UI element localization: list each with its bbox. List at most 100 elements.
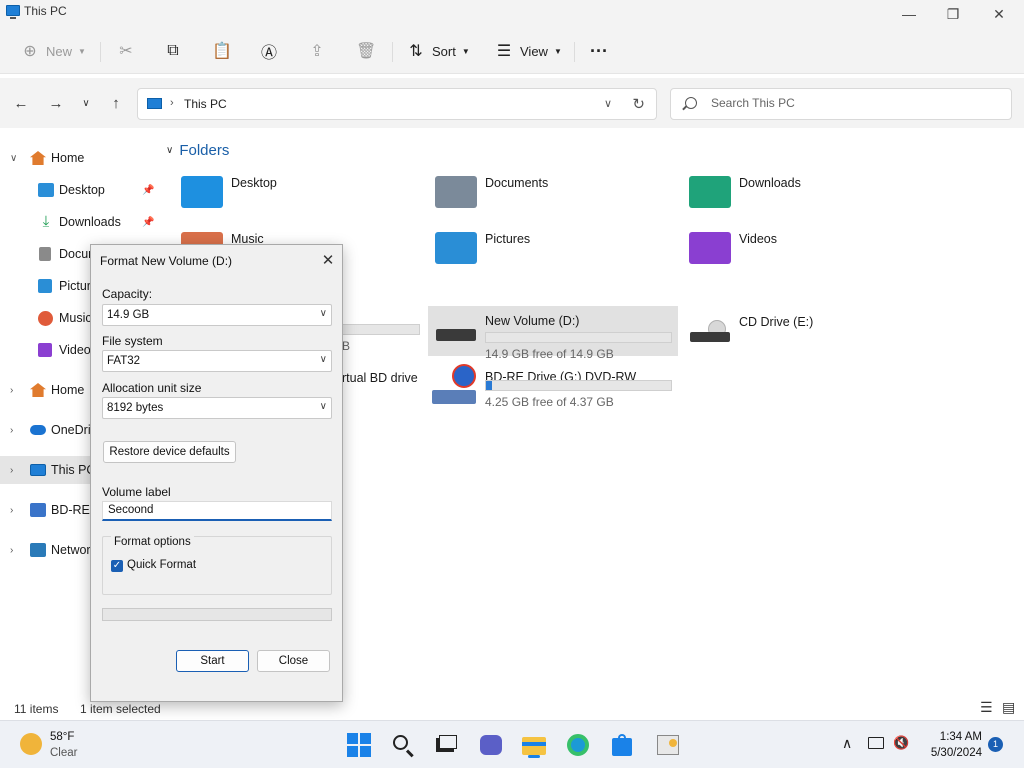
capacity-select[interactable]: 14.9 GB ∨ bbox=[102, 304, 332, 326]
monitor-icon[interactable] bbox=[868, 737, 884, 749]
volume-label-value: Secoond bbox=[108, 504, 154, 516]
folder-label: Pictures bbox=[485, 232, 531, 246]
pictures-folder-icon bbox=[435, 232, 477, 264]
title-bar: This PC — ❐ ✕ bbox=[0, 0, 1024, 28]
folder-pictures[interactable]: Pictures bbox=[435, 224, 665, 272]
trash-icon: 🗑 bbox=[356, 43, 377, 60]
up-button[interactable]: ↑ bbox=[104, 92, 128, 114]
file-explorer-icon[interactable] bbox=[522, 733, 546, 758]
drive-new-volume-d[interactable]: New Volume (D:) 14.9 GB free of 14.9 GB bbox=[428, 306, 678, 361]
new-button[interactable]: ⊕ New ▼ bbox=[20, 38, 86, 64]
chevron-down-icon: ∨ bbox=[10, 152, 18, 164]
forward-button[interactable]: → bbox=[44, 92, 68, 114]
view-button[interactable]: ☰ View ▼ bbox=[494, 38, 562, 64]
paste-button[interactable]: 📋 bbox=[212, 38, 232, 64]
close-button[interactable]: Close bbox=[257, 650, 330, 672]
allocation-value: 8192 bytes bbox=[107, 402, 164, 414]
arrow-left-icon: ← bbox=[13, 94, 29, 112]
address-dropdown-icon[interactable]: ∨ bbox=[604, 97, 612, 110]
home-icon bbox=[30, 383, 46, 397]
app-icon[interactable] bbox=[656, 733, 680, 757]
computer-icon bbox=[147, 98, 162, 109]
clock-time: 1:34 AM bbox=[939, 731, 982, 743]
start-icon[interactable] bbox=[347, 733, 371, 757]
maximize-button[interactable]: ❐ bbox=[930, 0, 976, 28]
volume-label-input[interactable]: Secoond bbox=[102, 501, 332, 521]
minimize-button[interactable]: — bbox=[886, 0, 932, 28]
breadcrumb-this-pc[interactable]: This PC bbox=[184, 97, 227, 111]
computer-icon bbox=[6, 5, 20, 19]
sidebar-item-label: Home bbox=[51, 151, 85, 165]
search-taskbar-icon[interactable] bbox=[391, 733, 415, 757]
sidebar-item-downloads[interactable]: ⤓ Downloads 📌 bbox=[0, 208, 160, 236]
drive-usage-bar bbox=[485, 332, 672, 343]
store-icon[interactable] bbox=[610, 733, 634, 757]
close-window-button[interactable]: ✕ bbox=[976, 0, 1022, 28]
chat-icon[interactable] bbox=[478, 733, 502, 757]
pin-icon[interactable]: 📌 bbox=[142, 217, 154, 228]
details-view-icon[interactable]: ☰ bbox=[980, 699, 993, 716]
sidebar-item-home[interactable]: ∨ Home bbox=[0, 144, 160, 172]
chevron-up-icon[interactable]: ∧ bbox=[842, 735, 852, 752]
folder-videos[interactable]: Videos bbox=[689, 224, 919, 272]
view-icon: ☰ bbox=[496, 43, 512, 60]
filesystem-select[interactable]: FAT32 ∨ bbox=[102, 350, 332, 372]
bd-re-drive-icon bbox=[432, 364, 480, 410]
sidebar-item-desktop[interactable]: Desktop 📌 bbox=[0, 176, 160, 204]
quick-format-checkbox[interactable]: ✓ bbox=[111, 560, 123, 572]
arrow-up-icon: ↑ bbox=[112, 94, 120, 112]
sidebar-item-label: Desktop bbox=[59, 183, 105, 197]
refresh-icon[interactable]: ↻ bbox=[632, 95, 645, 113]
restore-defaults-button[interactable]: Restore device defaults bbox=[103, 441, 236, 463]
notification-badge[interactable]: 1 bbox=[988, 737, 1003, 752]
clock[interactable]: 1:34 AM 5/30/2024 bbox=[926, 729, 982, 761]
sidebar-item-label: Docur bbox=[59, 247, 93, 261]
tiles-view-icon[interactable]: ▤ bbox=[1002, 699, 1015, 716]
chevron-right-icon: › bbox=[10, 464, 14, 476]
edge-icon[interactable] bbox=[566, 733, 590, 757]
folders-group-header[interactable]: ∨ Folders bbox=[166, 142, 229, 159]
start-button[interactable]: Start bbox=[176, 650, 249, 672]
sidebar-item-label: This PC bbox=[51, 463, 96, 477]
address-bar[interactable]: › This PC ∨ ↻ bbox=[137, 88, 657, 120]
pin-icon[interactable]: 📌 bbox=[142, 185, 154, 196]
download-icon: ⤓ bbox=[42, 213, 50, 230]
drive-bd-re-g[interactable]: BD-RE Drive (G:) DVD-RW 4.25 GB free of … bbox=[428, 362, 678, 412]
more-options-button[interactable]: ··· bbox=[590, 38, 608, 64]
pictures-icon bbox=[38, 279, 52, 293]
plus-icon: ⊕ bbox=[23, 43, 37, 60]
rename-button[interactable]: Ⓐ bbox=[259, 38, 279, 64]
back-button[interactable]: ← bbox=[9, 92, 33, 114]
cloud-icon bbox=[30, 425, 46, 435]
weather-temperature: 58°F bbox=[50, 731, 75, 743]
capacity-value: 14.9 GB bbox=[107, 309, 150, 321]
quick-format-label[interactable]: Quick Format bbox=[127, 559, 196, 571]
delete-button[interactable]: 🗑 bbox=[356, 38, 376, 64]
hidden-drive-usage-bar bbox=[340, 324, 420, 335]
share-icon: ⇪ bbox=[310, 43, 324, 60]
view-label: View bbox=[520, 43, 548, 59]
rename-icon: Ⓐ bbox=[260, 45, 277, 62]
search-input[interactable] bbox=[711, 96, 991, 110]
folder-desktop[interactable]: Desktop bbox=[181, 168, 411, 216]
cut-button[interactable]: ✂ bbox=[116, 38, 136, 64]
folder-label: Downloads bbox=[739, 176, 801, 190]
task-view-icon[interactable] bbox=[434, 733, 458, 757]
folder-downloads[interactable]: Downloads bbox=[689, 168, 919, 216]
drive-cd-e[interactable]: CD Drive (E:) bbox=[688, 306, 918, 356]
arrow-right-icon: → bbox=[48, 94, 64, 112]
search-box[interactable] bbox=[670, 88, 1012, 120]
recent-locations-button[interactable]: ∨ bbox=[74, 92, 98, 114]
chevron-down-icon: ▼ bbox=[461, 46, 470, 56]
folder-documents[interactable]: Documents bbox=[435, 168, 665, 216]
dialog-close-icon[interactable]: ✕ bbox=[319, 251, 337, 269]
allocation-select[interactable]: 8192 bytes ∨ bbox=[102, 397, 332, 419]
chevron-right-icon: › bbox=[10, 424, 14, 436]
share-button[interactable]: ⇪ bbox=[307, 38, 327, 64]
copy-button[interactable]: ⧉ bbox=[163, 38, 183, 64]
sort-button[interactable]: ⇅ Sort ▼ bbox=[406, 38, 470, 64]
group-title: Folders bbox=[179, 142, 230, 159]
chevron-right-icon: › bbox=[10, 384, 14, 396]
divider bbox=[392, 42, 393, 62]
volume-muted-icon[interactable]: 🔇 bbox=[893, 735, 909, 751]
